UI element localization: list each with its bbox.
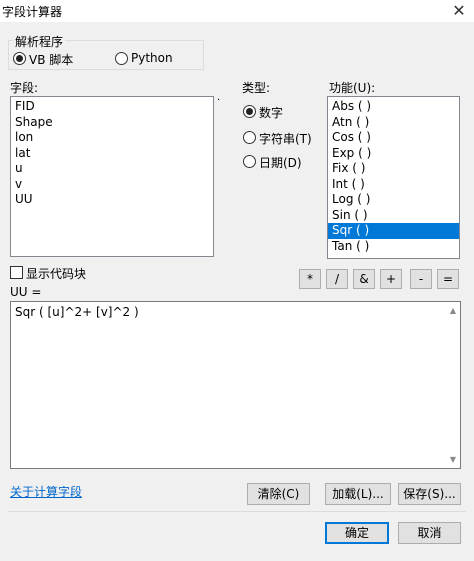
function-item-fix[interactable]: Fix ( ) <box>328 161 459 177</box>
function-item-sin[interactable]: Sin ( ) <box>328 208 459 224</box>
parser-vbscript-radio[interactable] <box>13 52 26 65</box>
window-title: 字段计算器 <box>2 5 63 19</box>
show-codeblock-label[interactable]: 显示代码块 <box>26 265 86 282</box>
about-calculate-field-link[interactable]: 关于计算字段 <box>10 483 82 500</box>
type-date-radio[interactable] <box>243 155 256 168</box>
parser-python-radio[interactable] <box>115 52 128 65</box>
function-item-tan[interactable]: Tan ( ) <box>328 239 459 255</box>
title-bar <box>0 0 474 22</box>
fields-label: 字段: <box>10 81 39 95</box>
parser-vbscript-label[interactable]: VB 脚本 <box>29 51 73 68</box>
scroll-down-icon[interactable]: ▼ <box>450 455 456 464</box>
fields-listbox[interactable]: FID Shape lon lat u v UU <box>10 96 214 257</box>
close-icon[interactable]: ✕ <box>445 0 473 22</box>
type-number-label[interactable]: 数字 <box>259 104 283 121</box>
bottom-separator <box>8 511 466 512</box>
function-item-log[interactable]: Log ( ) <box>328 192 459 208</box>
cancel-button[interactable]: 取消 <box>398 522 461 544</box>
dot-mark: . <box>217 92 221 103</box>
save-button[interactable]: 保存(S)... <box>398 483 461 505</box>
expression-label: UU = <box>10 285 42 299</box>
field-item-lat[interactable]: lat <box>11 146 213 162</box>
operator-minus-button[interactable]: - <box>410 269 432 289</box>
ok-button[interactable]: 确定 <box>325 522 389 544</box>
show-codeblock-checkbox[interactable] <box>10 266 23 279</box>
functions-label: 功能(U): <box>329 81 376 95</box>
function-item-sqr[interactable]: Sqr ( ) <box>328 223 459 239</box>
function-item-atn[interactable]: Atn ( ) <box>328 115 459 131</box>
field-item-uu[interactable]: UU <box>11 192 213 208</box>
parser-legend: 解析程序 <box>13 33 66 50</box>
function-item-exp[interactable]: Exp ( ) <box>328 146 459 162</box>
type-date-label[interactable]: 日期(D) <box>259 154 302 171</box>
clear-button[interactable]: 清除(C) <box>247 483 310 505</box>
operator-divide-button[interactable]: / <box>326 269 348 289</box>
type-string-radio[interactable] <box>243 131 256 144</box>
field-item-fid[interactable]: FID <box>11 99 213 115</box>
expression-textarea[interactable]: Sqr ( [u]^2+ [v]^2 ) ▲ ▼ <box>10 301 461 469</box>
parser-python-label[interactable]: Python <box>131 51 173 65</box>
function-item-abs[interactable]: Abs ( ) <box>328 99 459 115</box>
scroll-up-icon[interactable]: ▲ <box>450 306 456 315</box>
expression-text[interactable]: Sqr ( [u]^2+ [v]^2 ) <box>15 305 139 319</box>
load-button[interactable]: 加载(L)... <box>325 483 391 505</box>
type-label: 类型: <box>242 81 271 95</box>
function-item-cos[interactable]: Cos ( ) <box>328 130 459 146</box>
type-number-radio[interactable] <box>243 105 256 118</box>
functions-listbox[interactable]: Abs ( ) Atn ( ) Cos ( ) Exp ( ) Fix ( ) … <box>327 96 460 259</box>
field-item-lon[interactable]: lon <box>11 130 213 146</box>
field-item-shape[interactable]: Shape <box>11 115 213 131</box>
type-string-label[interactable]: 字符串(T) <box>259 130 312 147</box>
function-item-int[interactable]: Int ( ) <box>328 177 459 193</box>
field-item-u[interactable]: u <box>11 161 213 177</box>
operator-multiply-button[interactable]: * <box>299 269 321 289</box>
field-item-v[interactable]: v <box>11 177 213 193</box>
operator-equals-button[interactable]: = <box>437 269 459 289</box>
operator-plus-button[interactable]: + <box>380 269 402 289</box>
operator-ampersand-button[interactable]: & <box>353 269 375 289</box>
